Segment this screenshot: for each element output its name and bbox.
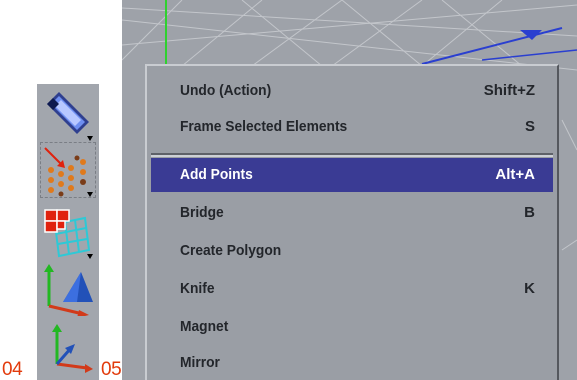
menu-item-shortcut: Shift+Z — [483, 82, 535, 99]
menu-item-label: Create Polygon — [180, 242, 282, 259]
menu-item-create-polygon[interactable]: Create Polygon — [151, 234, 553, 268]
add-points-tool-icon — [44, 147, 93, 197]
menu-separator — [151, 153, 553, 157]
menu-item-label: Magnet — [180, 318, 229, 335]
polygon-grid-tool-button[interactable] — [41, 206, 95, 260]
menu-item-shortcut: S — [524, 118, 535, 135]
tool-palette — [37, 84, 99, 380]
menu-item-undo[interactable]: Undo (Action) Shift+Z — [151, 74, 553, 108]
screenshot-composite: 04 05 Undo (Action) Shift+Z Frame Select… — [0, 0, 577, 380]
pen-tool-button[interactable] — [41, 88, 95, 142]
menu-item-label: Bridge — [180, 204, 224, 221]
figure-caption-left: 04 — [2, 359, 23, 380]
figure-caption-right: 05 — [101, 359, 122, 380]
menu-item-shortcut: B — [524, 204, 535, 221]
add-points-tool-button[interactable] — [41, 144, 95, 198]
menu-item-add-points[interactable]: Add Points Alt+A — [151, 158, 553, 192]
menu-item-label: Undo (Action) — [180, 82, 272, 99]
axis-transform-icon — [44, 264, 93, 316]
menu-item-shortcut: K — [524, 280, 535, 297]
menu-item-label: Knife — [180, 280, 215, 297]
menu-item-label: Add Points — [180, 166, 253, 183]
polygon-grid-tool-icon — [44, 209, 93, 259]
menu-item-magnet[interactable]: Magnet — [151, 310, 553, 344]
menu-item-frame-selected-elements[interactable]: Frame Selected Elements S — [151, 110, 553, 144]
context-menu: Undo (Action) Shift+Z Frame Selected Ele… — [145, 64, 559, 380]
pen-tool-icon — [47, 92, 93, 141]
menu-item-shortcut: Alt+A — [495, 166, 535, 183]
menu-item-knife[interactable]: Knife K — [151, 272, 553, 306]
menu-item-bridge[interactable]: Bridge B — [151, 196, 553, 230]
axis-coordinate-icon — [52, 324, 93, 373]
axis-coordinate-button[interactable] — [41, 320, 95, 374]
menu-item-label: Mirror — [180, 354, 220, 371]
axis-transform-button[interactable] — [41, 262, 95, 316]
menu-item-mirror[interactable]: Mirror — [151, 346, 553, 380]
menu-item-label: Frame Selected Elements — [180, 118, 348, 135]
